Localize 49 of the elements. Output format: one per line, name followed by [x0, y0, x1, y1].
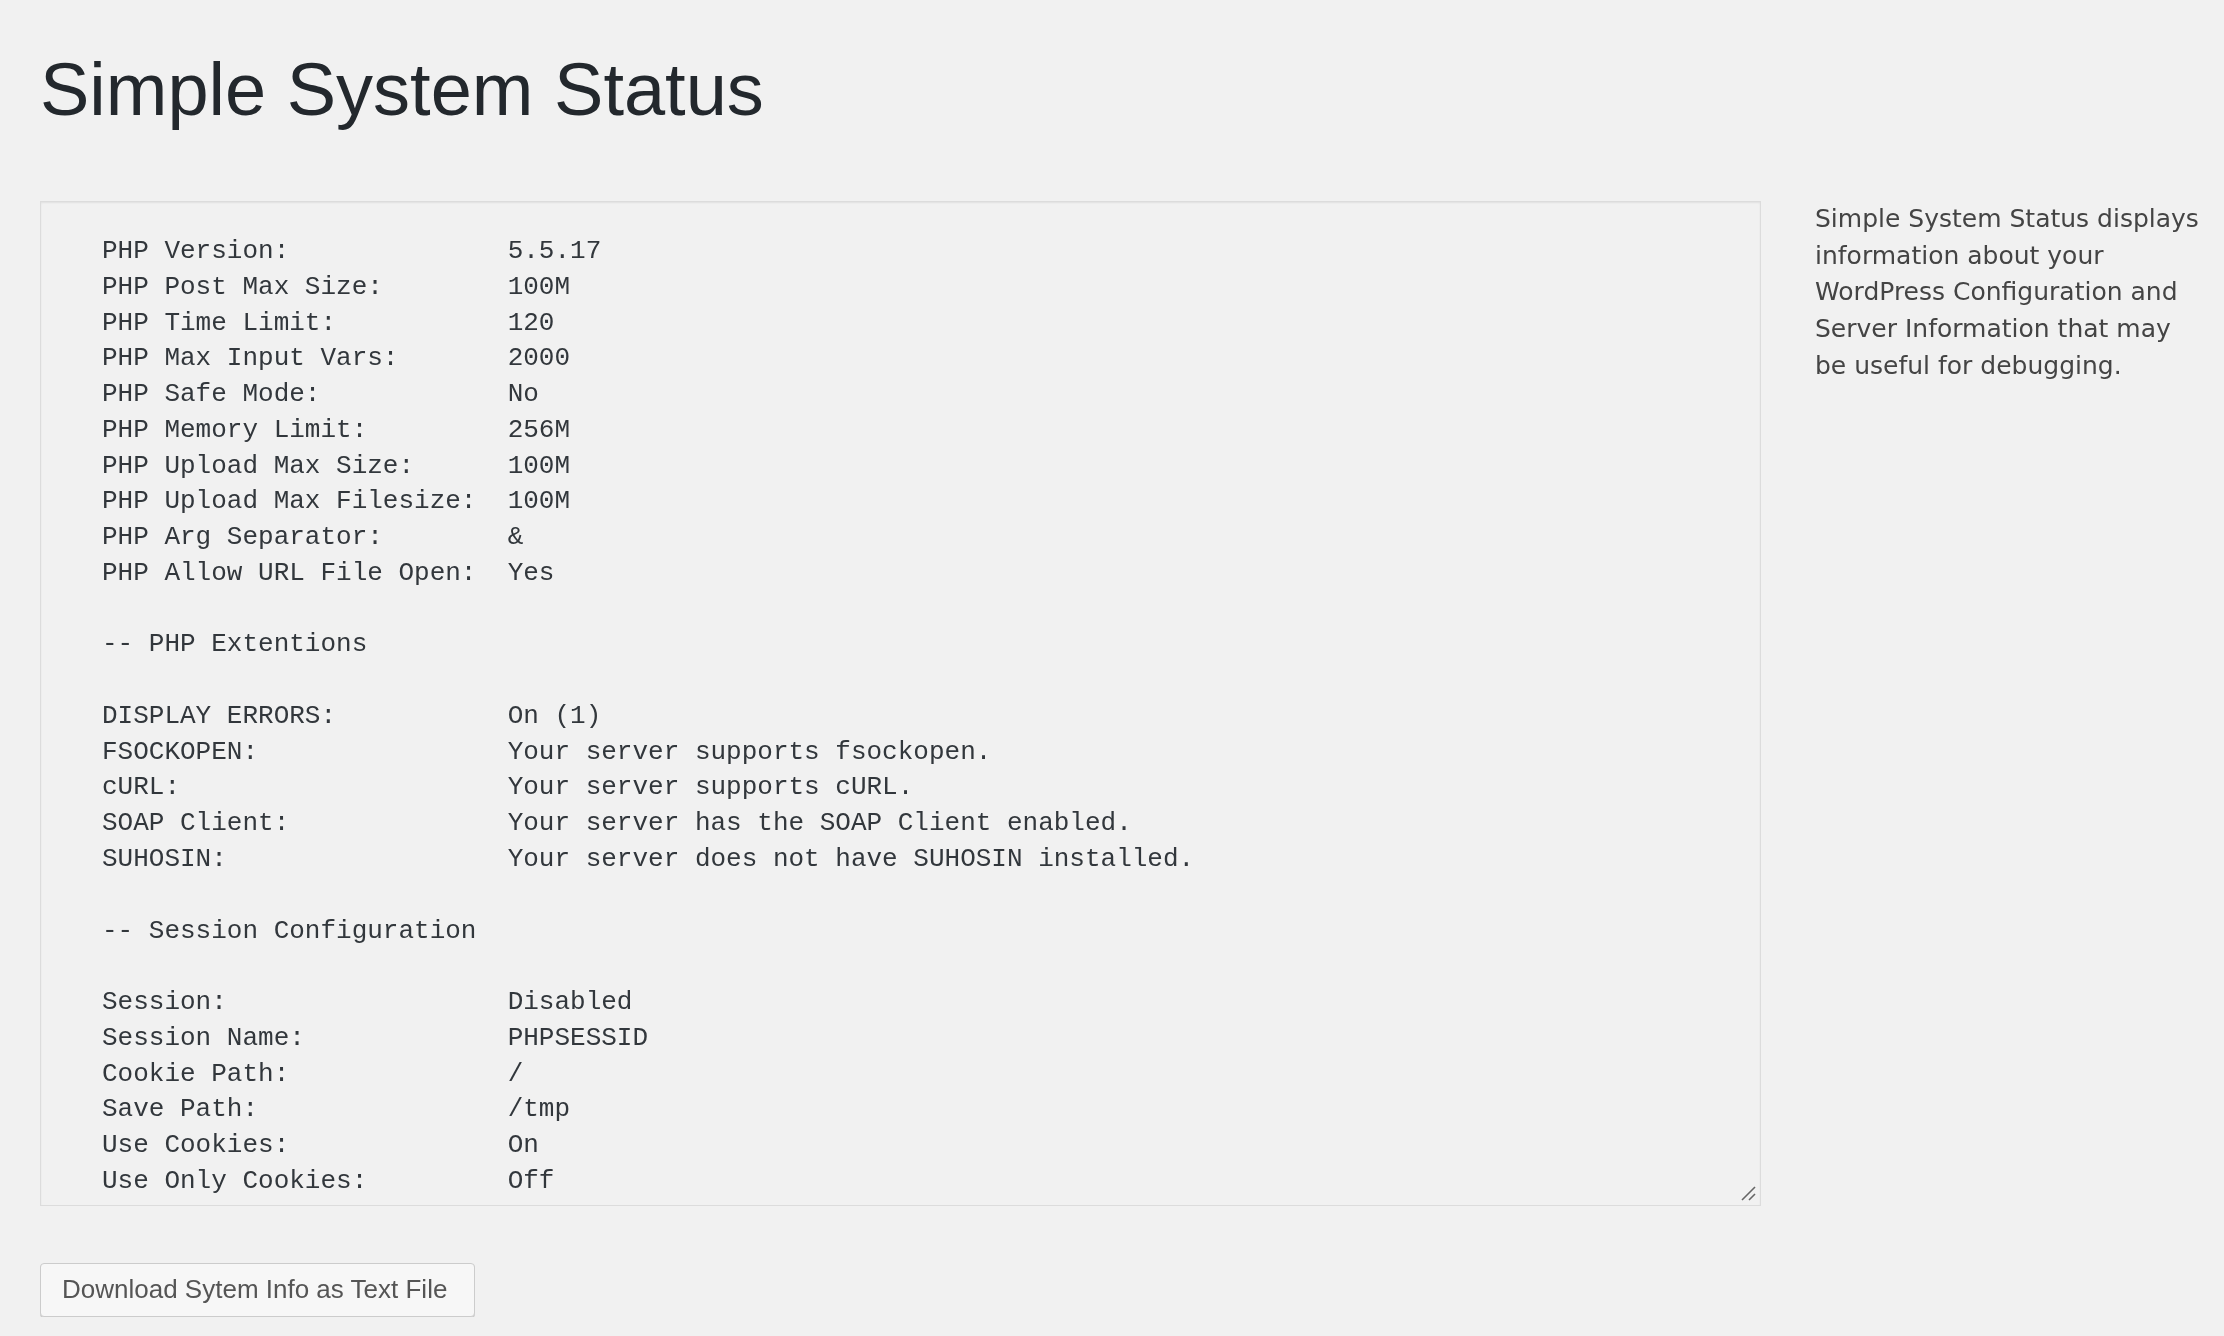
info-value: Your server supports fsockopen.	[507, 735, 992, 769]
info-value: 256M	[507, 413, 571, 447]
info-value: 100M	[507, 485, 571, 519]
info-value: On (1)	[507, 699, 602, 733]
info-value: Disabled	[507, 986, 633, 1020]
info-label: Session Name:	[102, 1021, 306, 1055]
info-value: Your server does not have SUHOSIN installed.	[507, 843, 1195, 876]
info-value: /	[507, 1057, 524, 1091]
info-label: Cookie Path:	[102, 1057, 291, 1091]
info-value: Your server has the SOAP Client enabled.	[507, 807, 1132, 841]
info-label: DISPLAY ERRORS:	[102, 699, 338, 733]
info-label: PHP Safe Mode:	[102, 378, 322, 412]
section-heading: -- Session Configuration	[102, 914, 477, 948]
info-value: 2000	[507, 342, 571, 376]
info-value: On	[507, 1129, 539, 1163]
info-value: Off	[507, 1164, 555, 1198]
info-label: PHP Version:	[102, 235, 291, 268]
info-label: SOAP Client:	[102, 807, 291, 841]
info-value: Yes	[507, 556, 555, 590]
info-label: PHP Post Max Size:	[102, 270, 384, 304]
info-value: PHPSESSID	[507, 1021, 649, 1055]
section-heading: -- PHP Extentions	[102, 628, 368, 662]
description-text: Simple System Status displays information about your WordPress Configuration and Server Information that may be useful for debugging.	[1815, 203, 2200, 382]
info-label: Save Path:	[102, 1093, 260, 1127]
info-label: PHP Arg Separator:	[102, 521, 384, 555]
info-value: &	[507, 521, 524, 555]
info-value: 5.5.17	[507, 235, 602, 268]
info-label: Use Cookies:	[102, 1129, 291, 1163]
info-value: 100M	[507, 449, 571, 483]
info-label: PHP Allow URL File Open:	[102, 556, 478, 590]
info-value: Your server supports cURL.	[507, 771, 914, 805]
info-label: PHP Upload Max Size:	[102, 449, 416, 483]
info-label: FSOCKOPEN:	[102, 735, 260, 769]
info-label: PHP Memory Limit:	[102, 413, 369, 447]
info-label: PHP Time Limit:	[102, 306, 338, 340]
info-label: SUHOSIN:	[102, 843, 228, 876]
info-label: Use Only Cookies:	[102, 1164, 369, 1198]
info-label: cURL:	[102, 771, 181, 805]
info-value: 120	[507, 306, 555, 340]
download-button[interactable]: Download Sytem Info as Text File	[40, 1262, 476, 1317]
info-value: 100M	[507, 270, 571, 304]
info-label: PHP Upload Max Filesize:	[102, 485, 478, 519]
page-title: Simple System Status	[40, 47, 764, 133]
info-label: Session:	[102, 986, 228, 1020]
resize-grip-icon[interactable]	[1741, 1185, 1756, 1201]
info-value: No	[507, 378, 539, 412]
info-value: /tmp	[507, 1093, 571, 1127]
info-label: PHP Max Input Vars:	[102, 342, 400, 376]
system-info-textarea[interactable]	[40, 201, 1761, 1206]
